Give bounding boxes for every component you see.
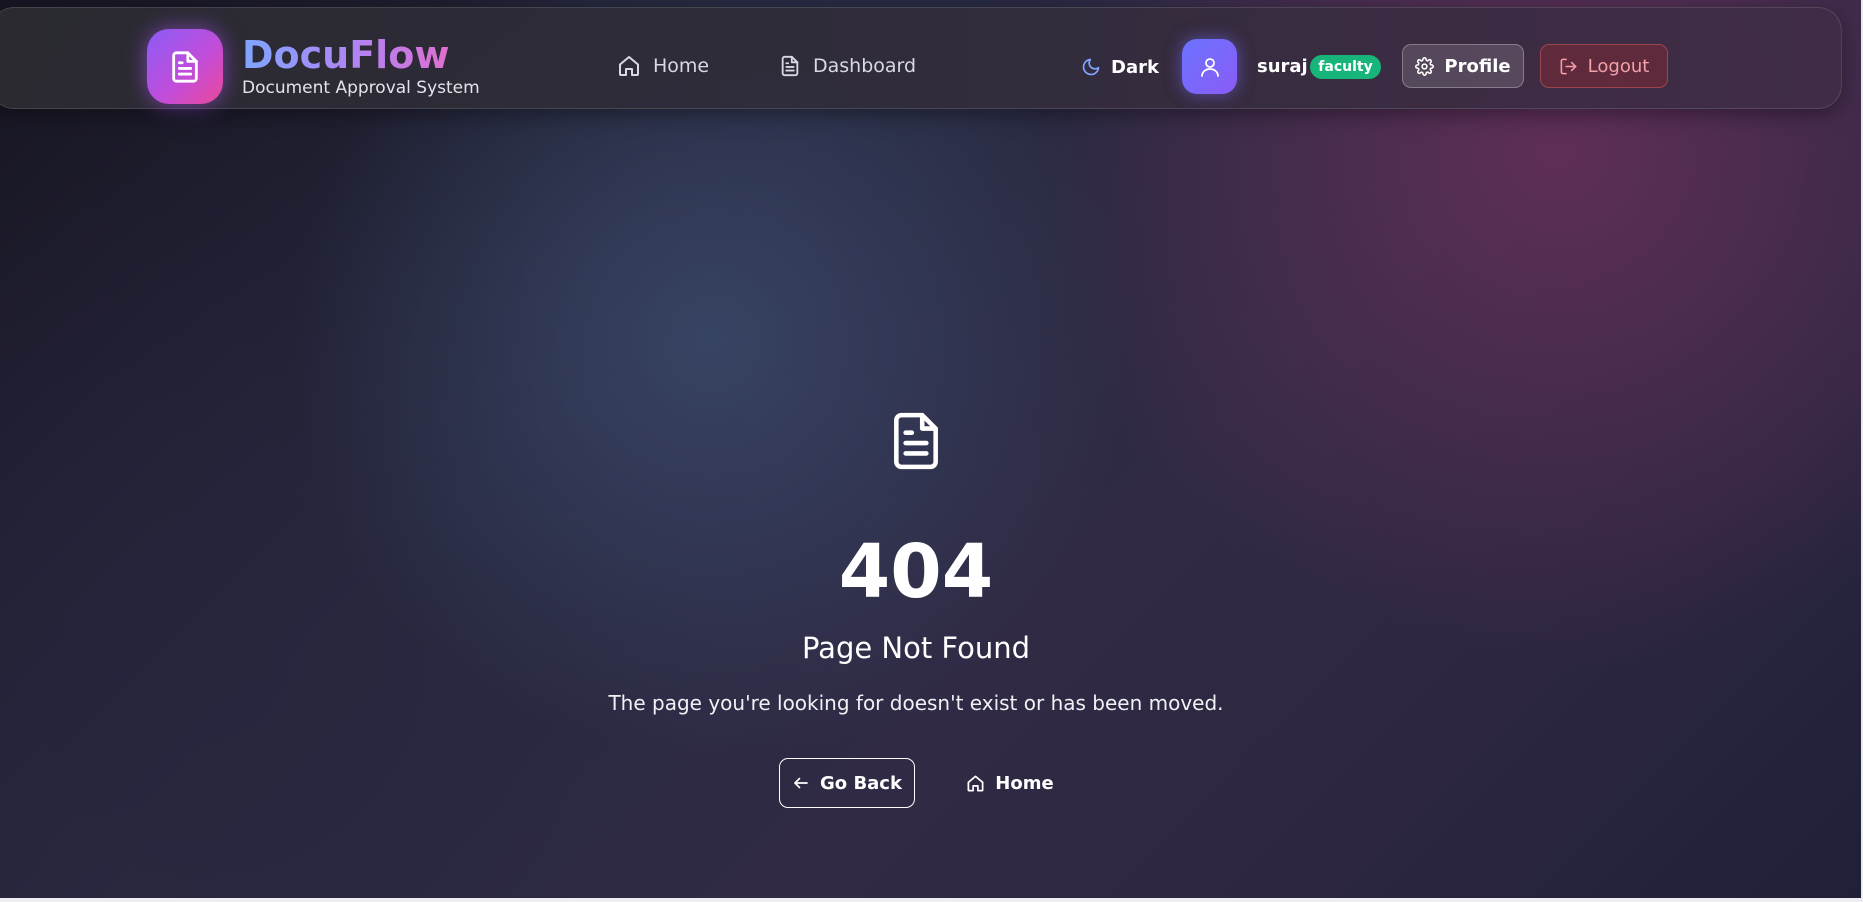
app-root: DocuFlow Document Approval System Home D… [0, 0, 1863, 898]
moon-icon [1082, 58, 1100, 76]
go-back-button[interactable]: Go Back [779, 758, 915, 808]
home-button-label: Home [995, 772, 1054, 794]
go-back-label: Go Back [820, 772, 902, 794]
document-icon [894, 412, 938, 470]
error-title: Page Not Found [801, 631, 1030, 665]
nav-dashboard-link[interactable]: Dashboard [779, 52, 916, 80]
theme-toggle-label: Dark [1111, 56, 1159, 78]
logout-button[interactable]: Logout [1540, 44, 1668, 88]
document-icon [781, 55, 799, 77]
profile-button-label: Profile [1444, 55, 1511, 77]
home-icon [619, 56, 639, 76]
home-icon [967, 775, 984, 791]
error-message: The page you're looking for doesn't exis… [608, 691, 1224, 715]
arrow-left-icon [794, 777, 808, 789]
bottom-edge [0, 898, 1863, 902]
username: suraj [1257, 56, 1308, 77]
brand-subtitle: Document Approval System [242, 78, 480, 98]
nav-dashboard-label: Dashboard [813, 55, 917, 77]
nav-home-label: Home [653, 55, 710, 77]
logout-button-label: Logout [1587, 55, 1650, 77]
role-badge: faculty [1310, 55, 1381, 79]
profile-button[interactable]: Profile [1402, 44, 1524, 88]
home-button[interactable]: Home [950, 758, 1070, 808]
nav-home-link[interactable]: Home [617, 52, 709, 80]
brand-title: DocuFlow [242, 33, 450, 77]
top-navbar: DocuFlow Document Approval System Home D… [0, 7, 1842, 109]
gear-icon [1415, 56, 1435, 76]
logo[interactable] [147, 29, 223, 104]
error-code: 404 [838, 529, 994, 615]
logout-icon [1560, 58, 1577, 74]
document-icon [172, 50, 198, 83]
theme-toggle-button[interactable]: Dark [1081, 54, 1159, 80]
user-icon [1200, 57, 1219, 77]
avatar[interactable] [1182, 39, 1237, 94]
